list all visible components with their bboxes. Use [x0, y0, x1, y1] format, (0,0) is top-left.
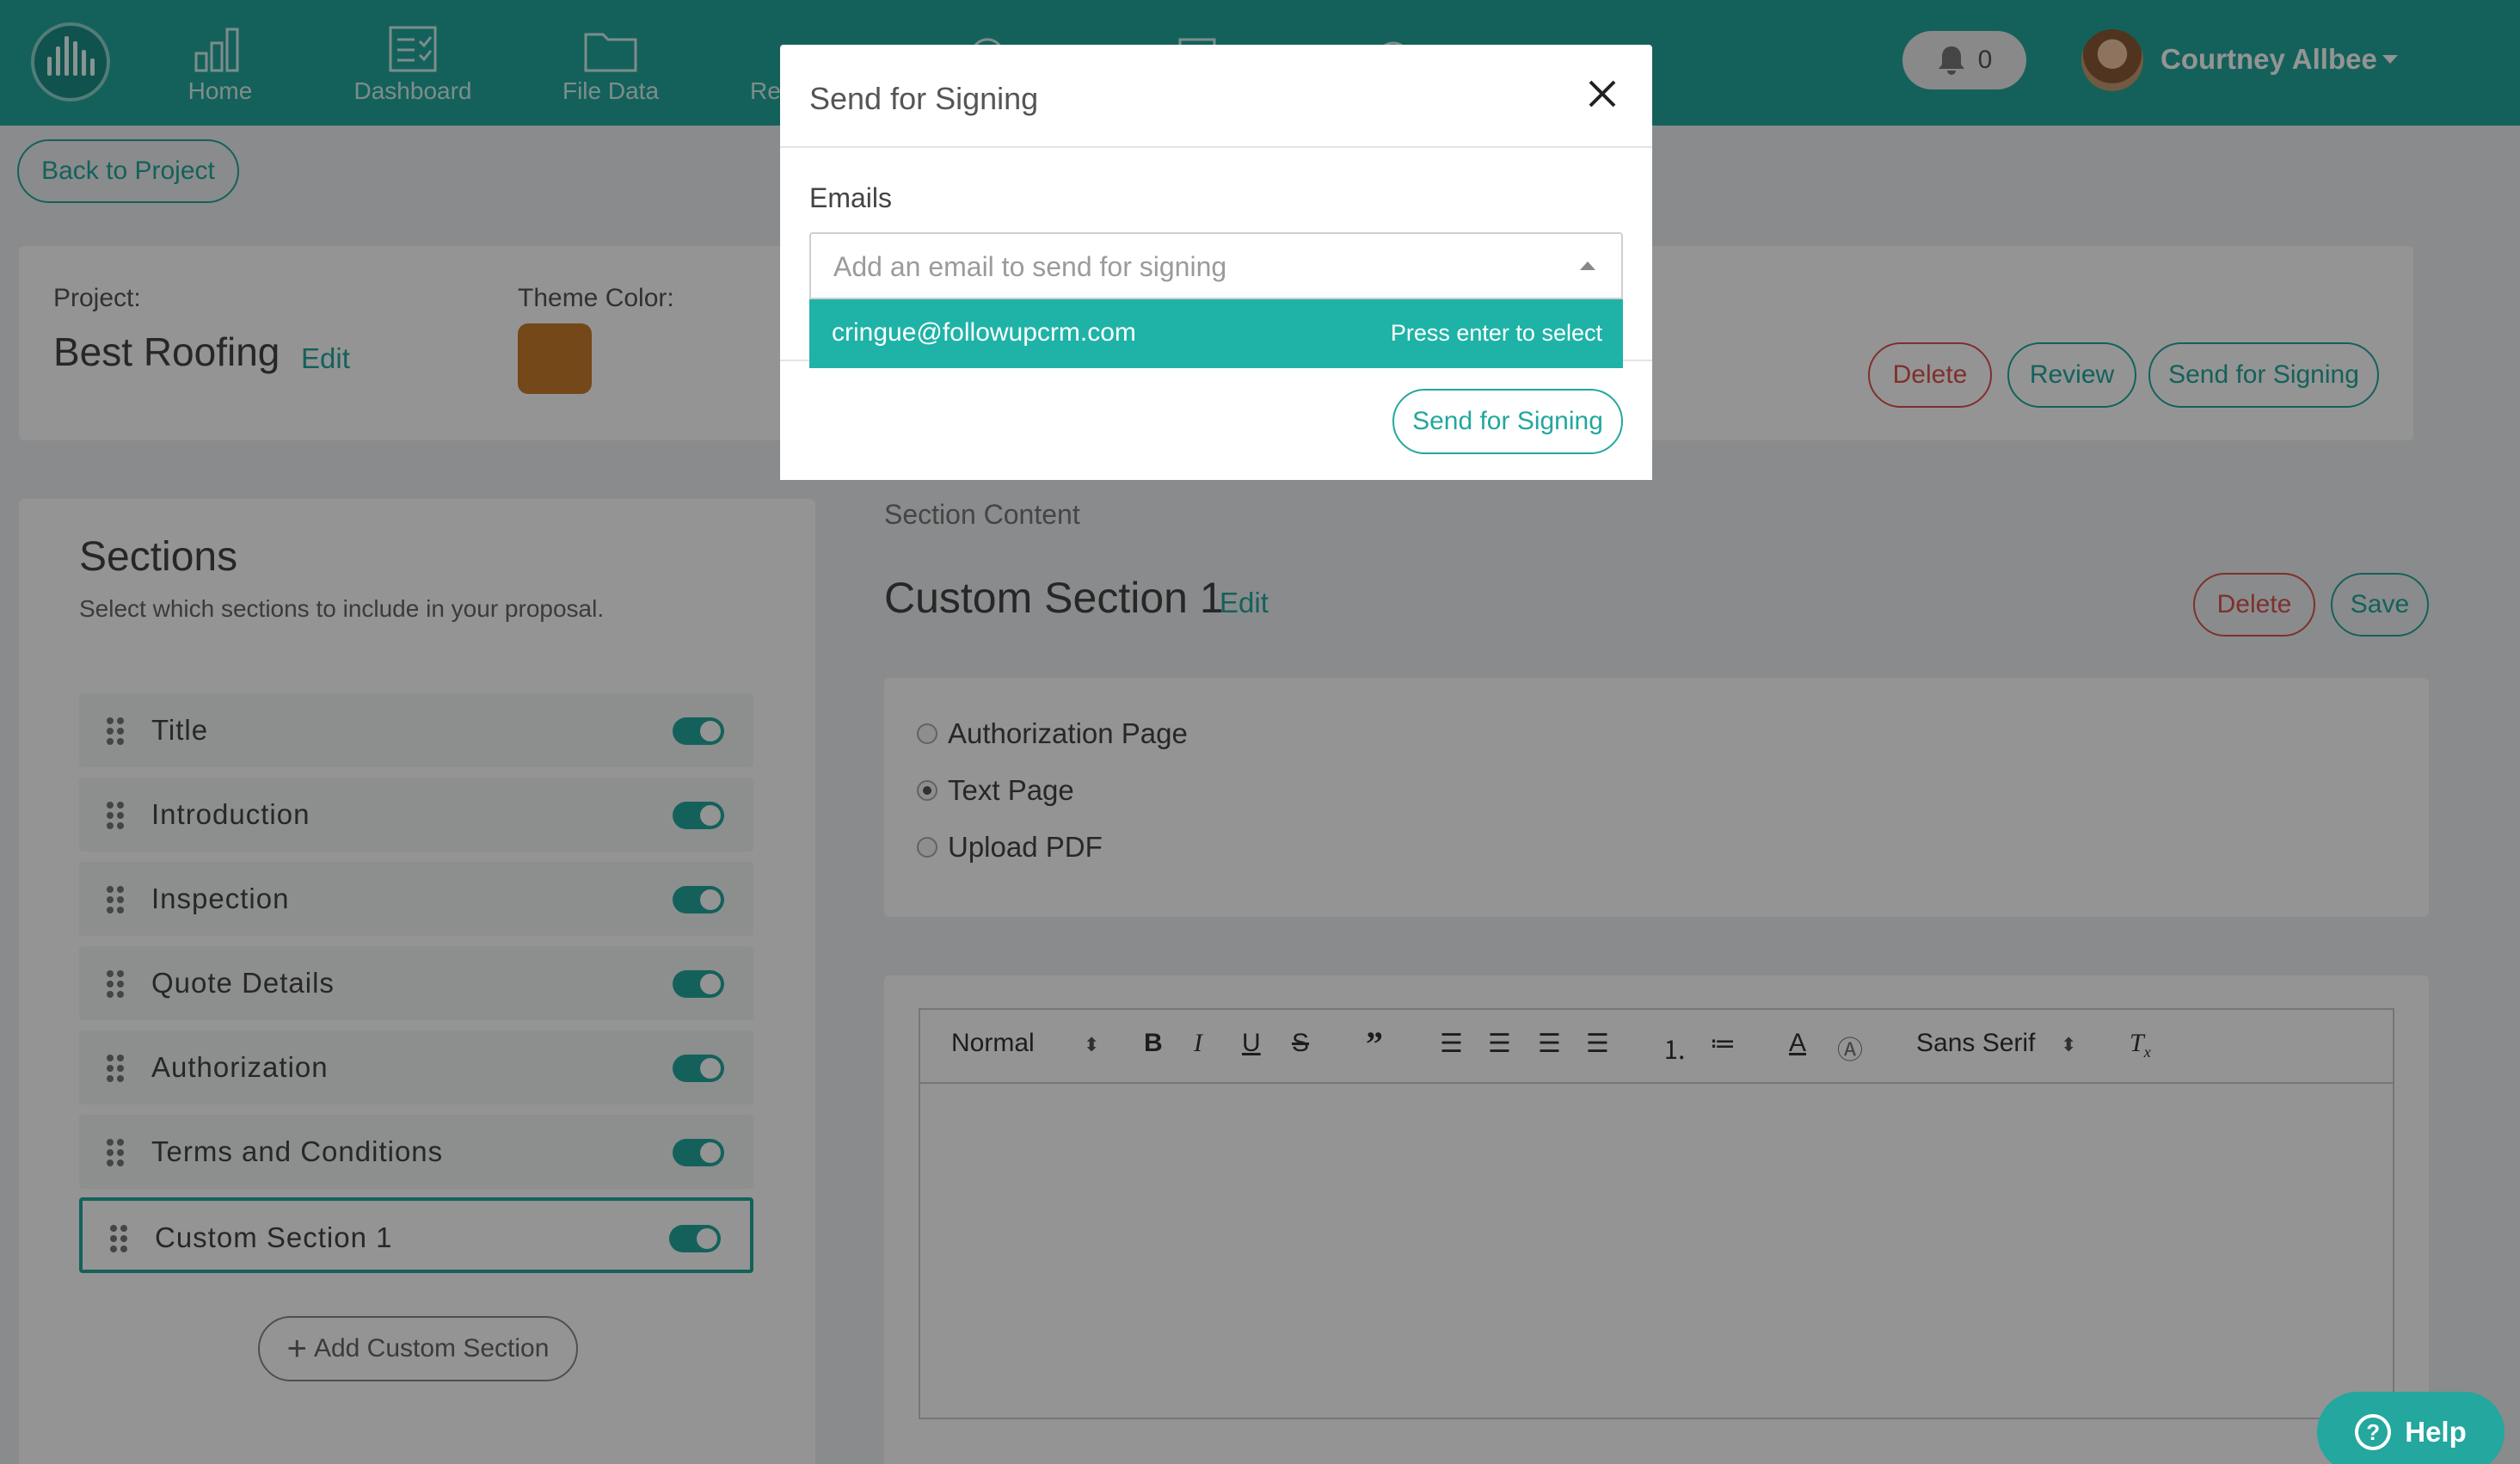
- help-label: Help: [2405, 1416, 2467, 1448]
- chevron-up-icon[interactable]: [1580, 261, 1595, 270]
- email-option-address: cringue@followupcrm.com: [832, 318, 1136, 347]
- modal-send-button[interactable]: Send for Signing: [1392, 389, 1623, 454]
- emails-label: Emails: [809, 182, 893, 213]
- email-select-input[interactable]: Add an email to send for signing: [809, 232, 1623, 299]
- email-option-hint: Press enter to select: [1390, 320, 1602, 346]
- modal-title: Send for Signing: [809, 81, 1039, 116]
- modal-header: Send for Signing: [780, 45, 1652, 148]
- question-icon: ?: [2355, 1414, 2392, 1450]
- email-option[interactable]: cringue@followupcrm.com Press enter to s…: [809, 299, 1623, 368]
- help-button[interactable]: ? Help: [2317, 1392, 2505, 1464]
- close-icon[interactable]: [1587, 76, 1618, 119]
- email-placeholder: Add an email to send for signing: [833, 251, 1227, 282]
- send-for-signing-modal: Send for Signing Emails Add an email to …: [780, 45, 1652, 480]
